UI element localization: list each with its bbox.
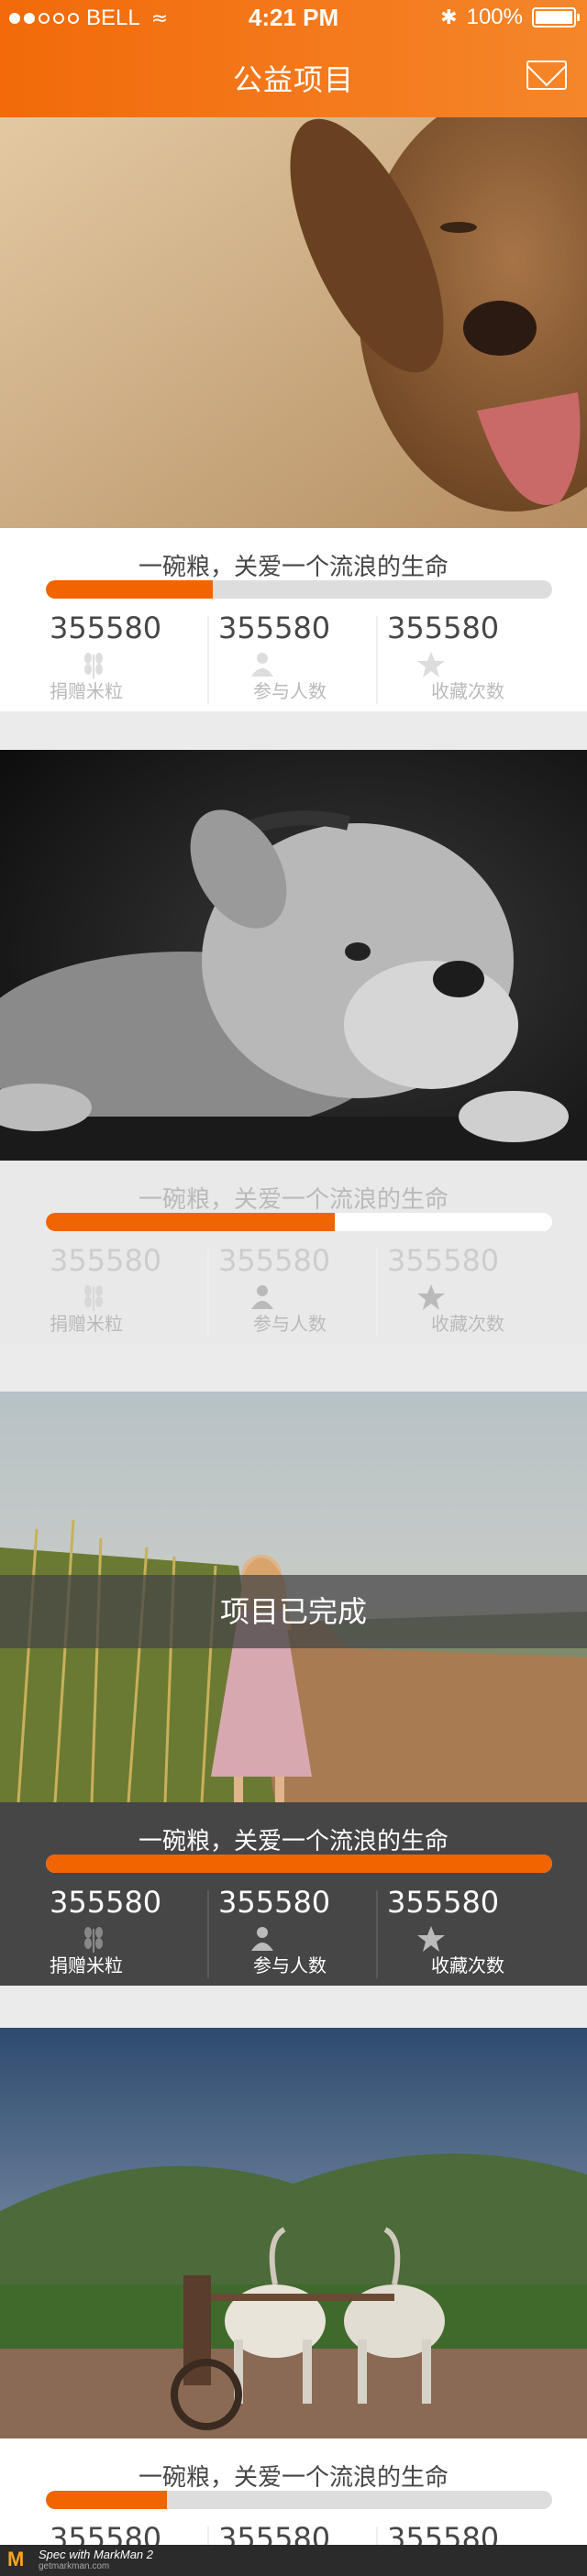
mail-icon[interactable] [526,61,567,90]
stat-value: 355580 [50,611,162,645]
stat-favorites: 355580 收藏次数 [376,611,547,704]
app-header: BELL ≈ 4:21 PM ✱ 100% 公益项目 [0,0,587,117]
people-icon [251,1927,273,1951]
stat-label: 捐赠米粒 [50,1954,123,1976]
star-icon[interactable] [415,1925,448,1953]
page-title: 公益项目 [232,62,354,97]
project-photo [0,750,587,1161]
project-slogan: 一碗粮，关爱一个流浪的生命 [138,1186,449,1214]
stat-value: 355580 [387,1885,500,1920]
project-slogan: 一碗粮，关爱一个流浪的生命 [138,2464,449,2492]
stat-value: 355580 [387,611,500,645]
project-card[interactable]: 一碗粮，关爱一个流浪的生命 355580 捐赠米粒 355580 参与人数 35… [0,117,587,711]
project-card[interactable]: 项目已完成 一碗粮，关爱一个流浪的生命 355580 捐赠米粒 355580 参… [0,1392,587,1986]
stat-label: 收藏次数 [431,680,504,702]
completed-banner: 项目已完成 [0,1575,587,1648]
project-photo [0,117,587,528]
stat-participants: 355580 参与人数 [207,611,378,704]
stat-value: 355580 [218,611,331,645]
project-photo [0,2028,587,2438]
markman-footer: M Spec with MarkMan 2 getmarkman.com [0,2545,587,2576]
stat-donated: 355580 捐赠米粒 [40,1243,209,1335]
project-info: 一碗粮，关爱一个流浪的生命 355580 捐赠米粒 355580 参与人数 35… [0,528,587,711]
progress-fill [46,2491,168,2509]
project-info: 一碗粮，关爱一个流浪的生命 355580 捐赠米粒 355580 参与人数 35… [0,1161,587,1344]
project-info: 一碗粮，关爱一个流浪的生命 355580 捐赠米粒 355580 参与人数 35… [0,1802,587,1986]
markman-logo-icon: M [7,2548,25,2570]
stat-label: 参与人数 [253,1954,327,1976]
bluetooth-icon: ✱ [440,6,458,28]
star-icon[interactable] [415,651,448,678]
stat-favorites: 355580 收藏次数 [376,1243,547,1337]
star-icon[interactable] [415,1283,448,1311]
footer-site: getmarkman.com [39,2561,110,2571]
stat-participants: 355580 参与人数 [207,1885,378,1978]
progress-fill [46,580,214,599]
progress-fill [46,1213,335,1231]
stat-value: 355580 [50,1243,162,1278]
status-right: ✱ 100% [440,5,580,30]
stat-donated: 355580 捐赠米粒 [40,611,209,702]
battery-icon [532,7,580,28]
project-photo: 项目已完成 [0,1392,587,1802]
project-stats: 355580 捐赠米粒 355580 参与人数 355580 收藏次数 [40,1885,547,1978]
stat-value: 355580 [218,1243,331,1278]
progress-bar [46,1855,552,1873]
stat-value: 355580 [50,1885,162,1920]
stat-favorites: 355580 收藏次数 [376,1885,547,1978]
progress-fill [46,1855,552,1873]
stat-label: 参与人数 [253,680,327,702]
progress-bar [46,1213,552,1231]
footer-text: Spec with MarkMan 2 [39,2548,153,2561]
stat-label: 参与人数 [253,1313,327,1335]
grain-icon [84,1285,103,1311]
stat-label: 收藏次数 [431,1954,504,1976]
project-slogan: 一碗粮，关爱一个流浪的生命 [138,1828,449,1855]
progress-bar [46,580,552,599]
progress-bar [46,2491,552,2509]
project-slogan: 一碗粮，关爱一个流浪的生命 [138,554,449,581]
people-icon [251,653,273,677]
stat-donated: 355580 捐赠米粒 [40,1885,209,1976]
status-bar: BELL ≈ 4:21 PM ✱ 100% [0,0,587,37]
stat-label: 捐赠米粒 [50,680,123,702]
stat-label: 捐赠米粒 [50,1313,123,1335]
grain-icon [84,1927,103,1953]
project-card[interactable]: 一碗粮，关爱一个流浪的生命 355580 捐赠米粒 355580 参与人数 35… [0,750,587,1344]
battery-percent: 100% [466,5,523,29]
stat-value: 355580 [218,1885,331,1920]
stat-label: 收藏次数 [431,1313,504,1335]
project-stats: 355580 捐赠米粒 355580 参与人数 355580 收藏次数 [40,1243,547,1337]
grain-icon [84,653,103,678]
stat-participants: 355580 参与人数 [207,1243,378,1337]
stat-value: 355580 [387,1243,500,1278]
project-card[interactable]: 一碗粮，关爱一个流浪的生命 355580 355580 355580 [0,2028,587,2576]
people-icon [251,1285,273,1309]
project-stats: 355580 捐赠米粒 355580 参与人数 355580 收藏次数 [40,611,547,704]
